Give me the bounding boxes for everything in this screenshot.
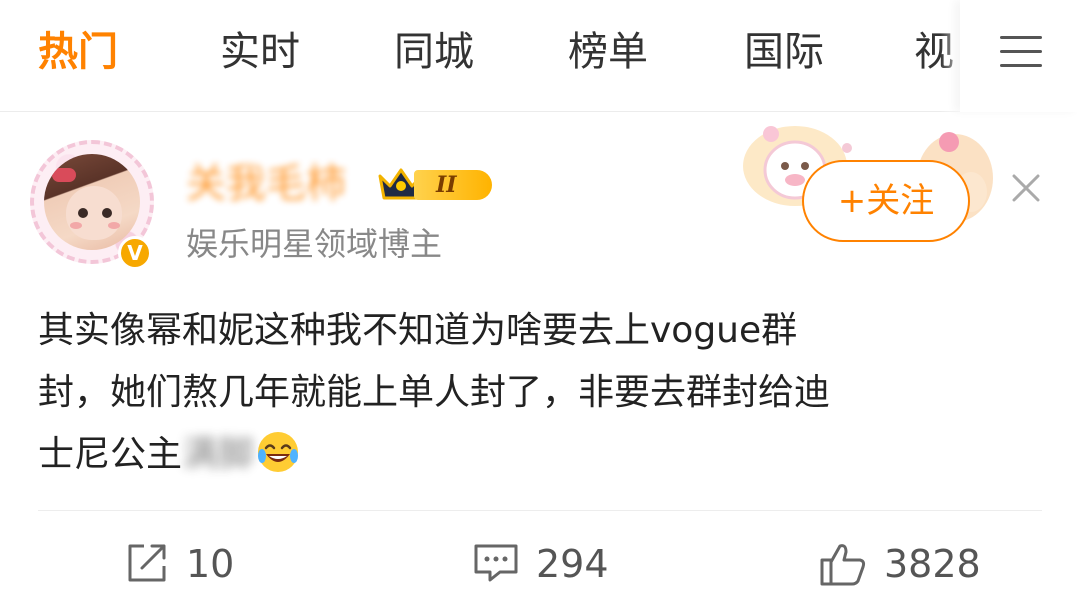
post-line-3-text: 士尼公主 (38, 434, 183, 475)
close-icon[interactable] (1006, 168, 1046, 208)
level-badge[interactable]: II (376, 164, 494, 204)
laughing-tears-emoji (258, 432, 299, 472)
share-icon (128, 544, 166, 582)
comment-icon (474, 544, 518, 582)
avatar-image (44, 154, 140, 250)
post-line-1: 其实像幂和妮这种我不知道为啥要去上vogue群 (38, 310, 798, 351)
repost-count: 10 (186, 542, 235, 586)
divider (38, 510, 1042, 511)
level-label: II (414, 170, 492, 200)
follow-button[interactable]: +关注 (802, 160, 970, 242)
repost-button[interactable]: 10 (124, 536, 264, 592)
hamburger-menu-icon[interactable] (960, 0, 1080, 112)
tab-ranking[interactable]: 榜单 (568, 26, 648, 78)
post-text[interactable]: 其实像幂和妮这种我不知道为啥要去上vogue群 封，她们熬几年就能上单人封了，非… (38, 300, 1048, 486)
avatar[interactable]: V (30, 140, 154, 270)
tab-international[interactable]: 国际 (744, 26, 824, 78)
like-count: 3828 (884, 542, 981, 586)
username[interactable]: 关我毛柿 (186, 158, 346, 210)
top-tab-bar: 热门 实时 同城 榜单 国际 视 (0, 0, 1080, 112)
v-badge-icon: V (118, 236, 152, 270)
user-description: 娱乐明星领域博主 (186, 225, 443, 263)
tab-hot[interactable]: 热门 (38, 26, 118, 78)
tab-local[interactable]: 同城 (394, 26, 474, 78)
post-line-3-blurred: 满脚 (182, 434, 255, 475)
post-line-2: 封，她们熬几年就能上单人封了，非要去群封给迪 (38, 372, 831, 413)
tab-realtime[interactable]: 实时 (220, 26, 300, 78)
comment-count: 294 (536, 542, 609, 586)
like-button[interactable]: 3828 (818, 536, 998, 592)
post-line-3: 士尼公主满脚 (38, 424, 1048, 486)
comment-button[interactable]: 294 (472, 536, 632, 592)
thumbs-up-icon (820, 544, 866, 586)
